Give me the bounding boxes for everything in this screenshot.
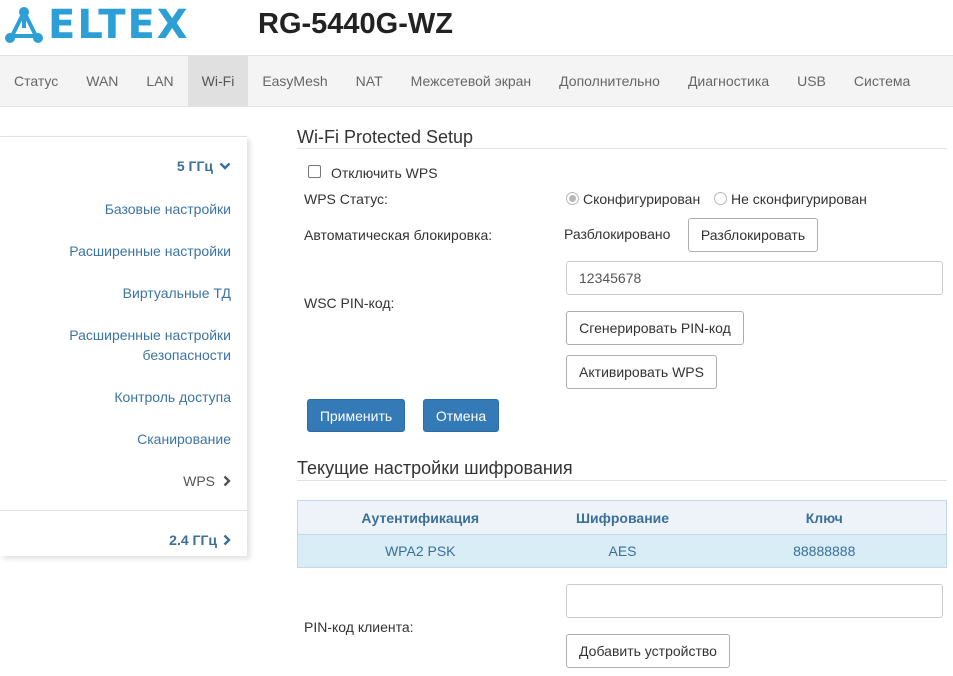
header: ELTEX RG-5440G-WZ bbox=[0, 0, 953, 55]
cell-key: 88888888 bbox=[702, 534, 947, 568]
sidebar-group-24ghz-label: 2.4 ГГц bbox=[169, 532, 217, 548]
sidebar-item-basic-settings[interactable]: Базовые настройки bbox=[105, 199, 231, 219]
cell-authentication: WPA2 PSK bbox=[297, 534, 543, 568]
table-row: WPA2 PSK AES 88888888 bbox=[297, 534, 947, 568]
sidebar-item-advanced-settings[interactable]: Расширенные настройки bbox=[69, 241, 231, 261]
logo-text: ELTEX bbox=[48, 2, 190, 48]
status-not-configured-radio[interactable] bbox=[714, 192, 727, 205]
wps-status-label: WPS Статус: bbox=[304, 191, 388, 207]
table-header-row: Аутентификация Шифрование Ключ bbox=[297, 500, 947, 535]
chevron-right-icon bbox=[223, 475, 231, 487]
nav-tab-easymesh[interactable]: EasyMesh bbox=[248, 56, 341, 106]
main-nav: Статус WAN LAN Wi-Fi EasyMesh NAT Межсет… bbox=[0, 55, 953, 107]
sidebar-item-scanning[interactable]: Сканирование bbox=[137, 429, 231, 449]
nav-tab-wifi[interactable]: Wi-Fi bbox=[187, 56, 249, 106]
sidebar-group-24ghz[interactable]: 2.4 ГГц bbox=[169, 532, 231, 548]
nav-tab-wan[interactable]: WAN bbox=[72, 56, 132, 106]
disable-wps-checkbox[interactable] bbox=[308, 165, 321, 178]
section-divider bbox=[297, 148, 947, 149]
chevron-down-icon bbox=[219, 162, 231, 170]
encryption-table: Аутентификация Шифрование Ключ WPA2 PSK … bbox=[297, 500, 947, 568]
eltex-logo: ELTEX bbox=[4, 4, 190, 46]
wsc-pin-label: WSC PIN-код: bbox=[304, 295, 395, 311]
autolock-label: Автоматическая блокировка: bbox=[304, 227, 493, 243]
disable-wps-label: Отключить WPS bbox=[331, 165, 438, 181]
sidebar-divider bbox=[0, 510, 247, 511]
generate-pin-button[interactable]: Сгенерировать PIN-код bbox=[566, 311, 744, 345]
wsc-pin-input[interactable] bbox=[566, 261, 943, 295]
nav-tab-diagnostics[interactable]: Диагностика bbox=[674, 56, 783, 106]
cell-encryption: AES bbox=[542, 534, 703, 568]
add-device-button[interactable]: Добавить устройство bbox=[566, 634, 730, 668]
column-header-authentication: Аутентификация bbox=[297, 500, 543, 535]
sidebar-item-advanced-security[interactable]: Расширенные настройки безопасности bbox=[51, 325, 231, 365]
device-model-title: RG-5440G-WZ bbox=[258, 8, 453, 40]
status-configured-label: Сконфигурирован bbox=[583, 191, 701, 207]
unlock-button[interactable]: Разблокировать bbox=[688, 218, 818, 252]
sidebar-item-wps-label: WPS bbox=[183, 473, 215, 489]
activate-wps-button[interactable]: Активировать WPS bbox=[566, 355, 717, 389]
sidebar-group-5ghz[interactable]: 5 ГГц bbox=[177, 158, 231, 174]
nav-tab-firewall[interactable]: Межсетевой экран bbox=[397, 56, 546, 106]
column-header-encryption: Шифрование bbox=[542, 500, 703, 535]
sidebar-item-virtual-ap[interactable]: Виртуальные ТД bbox=[123, 283, 231, 303]
wps-section-title: Wi-Fi Protected Setup bbox=[297, 127, 474, 147]
apply-button[interactable]: Применить bbox=[307, 399, 405, 432]
sidebar: 5 ГГц Базовые настройки Расширенные наст… bbox=[0, 136, 247, 556]
status-configured-radio[interactable] bbox=[566, 192, 579, 205]
chevron-right-icon bbox=[223, 534, 231, 546]
logo-mark-icon bbox=[5, 7, 43, 43]
cancel-button[interactable]: Отмена bbox=[423, 399, 499, 432]
client-pin-input[interactable] bbox=[566, 584, 943, 618]
encryption-section-title: Текущие настройки шифрования bbox=[297, 458, 573, 478]
client-pin-label: PIN-код клиента: bbox=[304, 619, 414, 635]
section-divider bbox=[297, 480, 947, 481]
column-header-key: Ключ bbox=[702, 500, 947, 535]
nav-tab-lan[interactable]: LAN bbox=[132, 56, 187, 106]
nav-tab-usb[interactable]: USB bbox=[783, 56, 840, 106]
nav-tab-advanced[interactable]: Дополнительно bbox=[545, 56, 674, 106]
nav-tab-status[interactable]: Статус bbox=[0, 56, 72, 106]
status-not-configured-label: Не сконфигурирован bbox=[731, 191, 867, 207]
sidebar-item-wps[interactable]: WPS bbox=[183, 471, 231, 491]
nav-tab-system[interactable]: Система bbox=[840, 56, 924, 106]
sidebar-group-5ghz-label: 5 ГГц bbox=[176, 158, 213, 174]
autolock-value: Разблокировано bbox=[564, 226, 671, 242]
nav-tab-nat[interactable]: NAT bbox=[342, 56, 397, 106]
sidebar-item-access-control[interactable]: Контроль доступа bbox=[114, 387, 231, 407]
